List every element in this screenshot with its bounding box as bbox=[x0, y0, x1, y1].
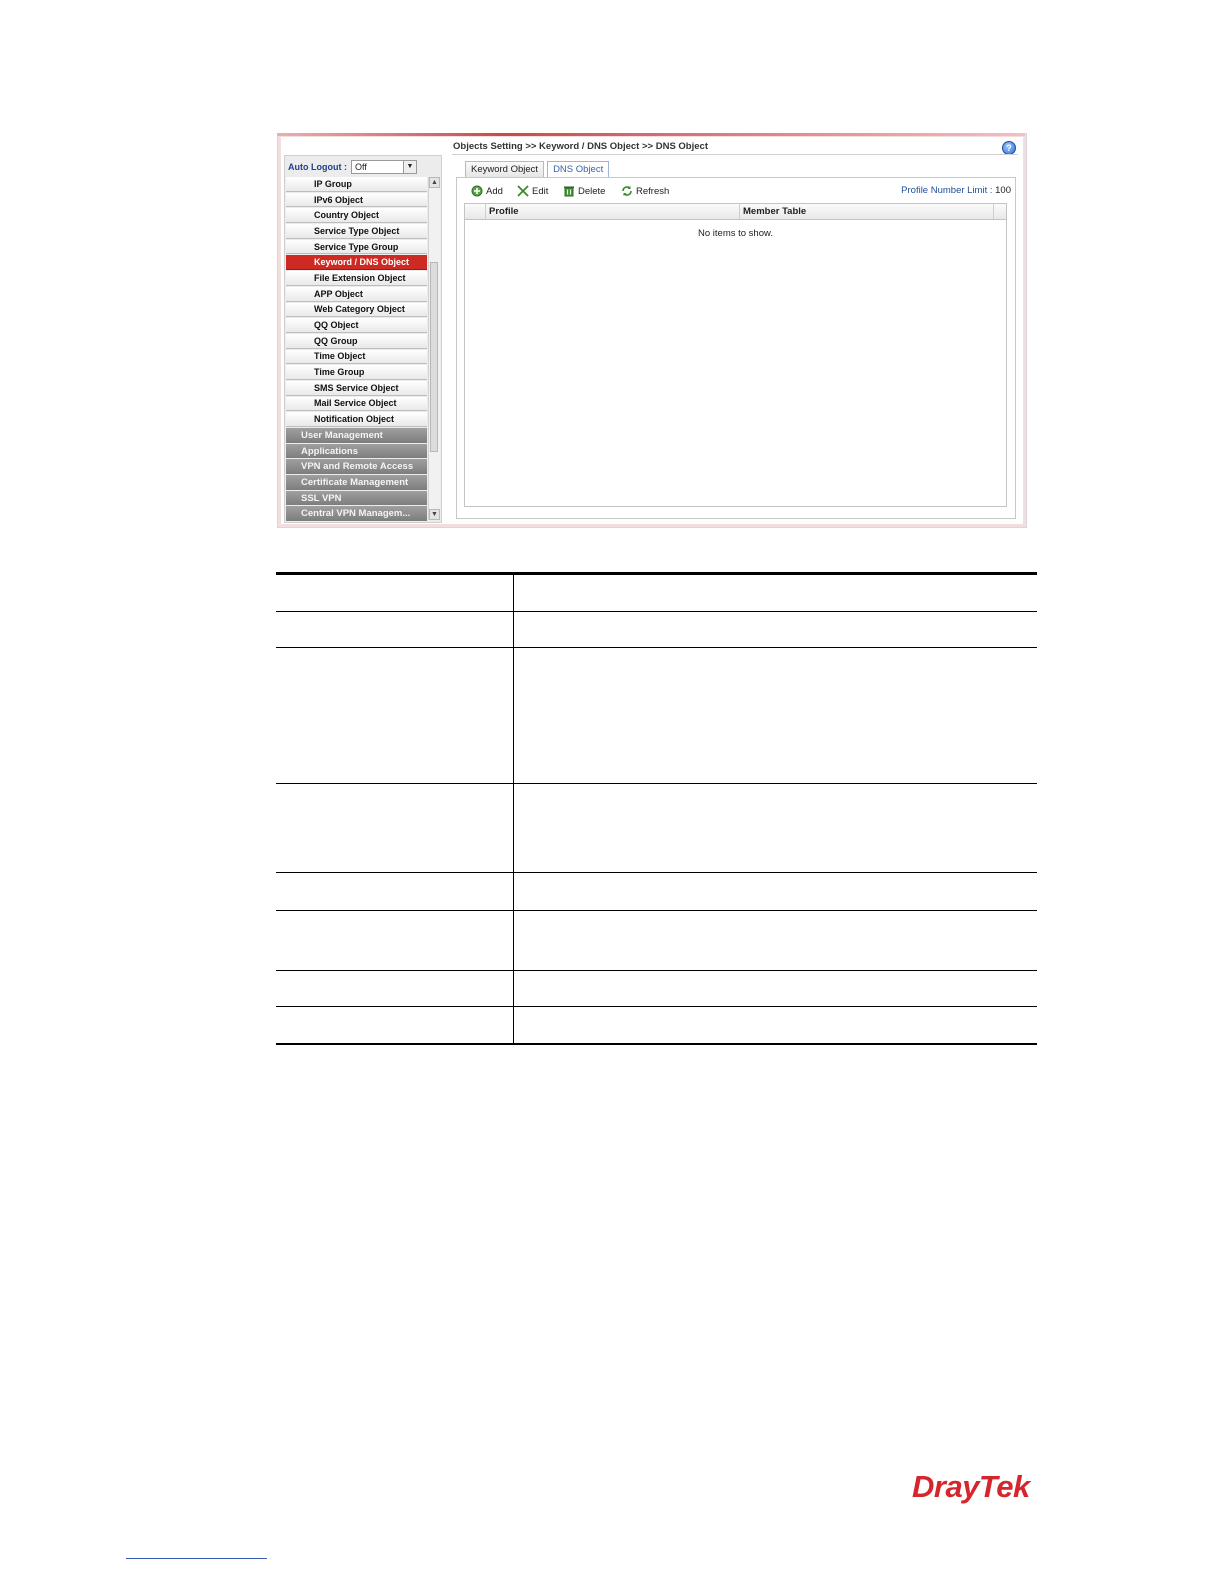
table-row bbox=[276, 1007, 1037, 1045]
auto-logout-select[interactable]: Off ▼ bbox=[350, 160, 417, 174]
profile-number-limit: Profile Number Limit : 100 bbox=[901, 185, 1011, 196]
sidebar-item-service-type-object[interactable]: Service Type Object bbox=[286, 224, 427, 239]
sidebar-category-central-vpn-management[interactable]: Central VPN Managem... bbox=[286, 506, 427, 522]
sidebar-item-time-group[interactable]: Time Group bbox=[286, 365, 427, 380]
empty-message: No items to show. bbox=[698, 228, 773, 239]
table-row bbox=[276, 911, 1037, 971]
auto-logout-label: Auto Logout : bbox=[288, 162, 347, 172]
scroll-up-icon[interactable]: ▲ bbox=[429, 177, 440, 188]
add-icon bbox=[471, 185, 483, 197]
grid-header: Profile Member Table bbox=[465, 204, 1006, 220]
sidebar-category-ssl-vpn[interactable]: SSL VPN bbox=[286, 490, 427, 506]
top-accent-line bbox=[277, 133, 1025, 136]
sidebar-category-applications[interactable]: Applications bbox=[286, 443, 427, 459]
sidebar: Auto Logout : Off ▼ IP Group IPv6 Object… bbox=[284, 155, 442, 523]
scrollbar-thumb[interactable] bbox=[430, 262, 438, 452]
toolbar: Add Edit Delete Refresh Profile Number L… bbox=[457, 183, 1015, 199]
edit-button[interactable]: Edit bbox=[517, 183, 548, 199]
table-row bbox=[276, 873, 1037, 911]
auto-logout-value: Off bbox=[354, 162, 367, 172]
profile-grid: Profile Member Table No items to show. bbox=[464, 203, 1007, 507]
breadcrumb: Objects Setting >> Keyword / DNS Object … bbox=[453, 141, 708, 152]
refresh-button[interactable]: Refresh bbox=[621, 183, 669, 199]
draytek-logo: DrayTek bbox=[912, 1469, 1030, 1504]
add-label: Add bbox=[486, 185, 503, 197]
sidebar-item-app-object[interactable]: APP Object bbox=[286, 286, 427, 302]
tab-bar: Keyword Object DNS Object bbox=[465, 161, 612, 177]
sidebar-item-country-object[interactable]: Country Object bbox=[286, 208, 427, 224]
grid-header-select[interactable] bbox=[465, 204, 485, 219]
table-row bbox=[276, 971, 1037, 1007]
sidebar-item-qq-group[interactable]: QQ Group bbox=[286, 333, 427, 349]
table-row bbox=[276, 648, 1037, 784]
grid-header-member-table[interactable]: Member Table bbox=[739, 204, 993, 219]
header-divider bbox=[452, 154, 1018, 155]
add-button[interactable]: Add bbox=[471, 183, 503, 199]
refresh-label: Refresh bbox=[636, 185, 670, 197]
edit-icon bbox=[517, 185, 529, 197]
sidebar-item-notification-object[interactable]: Notification Object bbox=[286, 412, 427, 427]
help-icon[interactable]: ? bbox=[1002, 141, 1016, 155]
sidebar-scrollbar[interactable]: ▲ ▼ bbox=[428, 177, 440, 520]
sidebar-item-ipv6-object[interactable]: IPv6 Object bbox=[286, 192, 427, 208]
sidebar-item-time-object[interactable]: Time Object bbox=[286, 349, 427, 365]
tab-content: Add Edit Delete Refresh Profile Number L… bbox=[456, 177, 1016, 519]
grid-header-spacer bbox=[993, 204, 1006, 219]
sidebar-category-user-management[interactable]: User Management bbox=[286, 428, 427, 443]
sidebar-category-vpn-remote-access[interactable]: VPN and Remote Access bbox=[286, 459, 427, 475]
footer-link-underline bbox=[126, 1558, 267, 1559]
delete-button[interactable]: Delete bbox=[563, 183, 605, 199]
sidebar-item-mail-service-object[interactable]: Mail Service Object bbox=[286, 396, 427, 412]
sidebar-item-web-category-object[interactable]: Web Category Object bbox=[286, 302, 427, 318]
table-row bbox=[276, 572, 1037, 612]
sidebar-menu: IP Group IPv6 Object Country Object Serv… bbox=[286, 177, 427, 522]
profile-limit-label: Profile Number Limit : bbox=[901, 185, 993, 196]
table-row bbox=[276, 612, 1037, 648]
description-table bbox=[276, 572, 1037, 1045]
sidebar-item-service-type-group[interactable]: Service Type Group bbox=[286, 239, 427, 255]
sidebar-item-qq-object[interactable]: QQ Object bbox=[286, 318, 427, 333]
profile-limit-value: 100 bbox=[995, 185, 1011, 196]
main-panel: Objects Setting >> Keyword / DNS Object … bbox=[450, 138, 1020, 522]
chevron-down-icon[interactable]: ▼ bbox=[402, 161, 416, 173]
edit-label: Edit bbox=[532, 185, 549, 197]
refresh-icon bbox=[621, 185, 633, 197]
table-row bbox=[276, 784, 1037, 873]
scroll-down-icon[interactable]: ▼ bbox=[429, 509, 440, 520]
tab-dns-object[interactable]: DNS Object bbox=[547, 161, 610, 177]
delete-label: Delete bbox=[578, 185, 606, 197]
sidebar-item-ip-group[interactable]: IP Group bbox=[286, 177, 427, 192]
sidebar-category-certificate-management[interactable]: Certificate Management bbox=[286, 475, 427, 490]
tab-keyword-object[interactable]: Keyword Object bbox=[465, 161, 545, 177]
auto-logout: Auto Logout : Off ▼ bbox=[288, 159, 417, 175]
sidebar-item-file-extension-object[interactable]: File Extension Object bbox=[286, 271, 427, 286]
sidebar-item-sms-service-object[interactable]: SMS Service Object bbox=[286, 380, 427, 396]
trash-icon bbox=[563, 185, 575, 197]
sidebar-item-keyword-dns-object[interactable]: Keyword / DNS Object bbox=[286, 255, 427, 271]
grid-header-profile[interactable]: Profile bbox=[485, 204, 739, 219]
